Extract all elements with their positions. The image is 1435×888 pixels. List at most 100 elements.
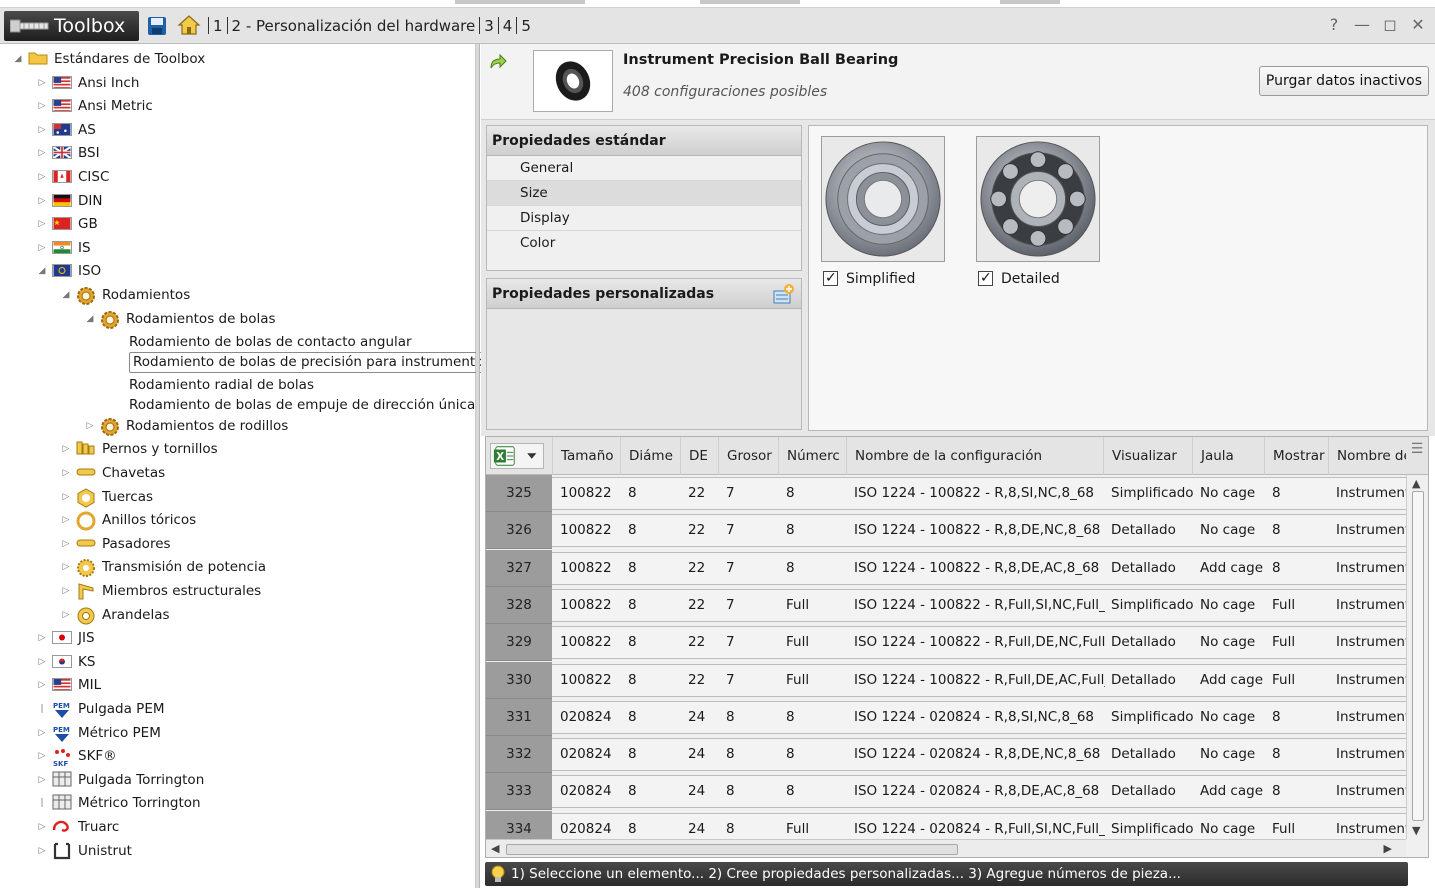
table-cell[interactable]: Full [786, 662, 848, 699]
table-cell[interactable]: 22 [688, 624, 720, 661]
table-row[interactable]: 333 020824 8 24 8 8 ISO 1224 - 020824 - R,8,DE… [486, 773, 1408, 811]
table-cell[interactable]: 8 [726, 773, 780, 810]
row-number[interactable]: 325 [486, 475, 552, 512]
table-cell[interactable]: 8 [628, 773, 682, 810]
table-cell[interactable]: Detallado [1111, 550, 1194, 587]
tree-item-rodamiento-radial-de-bolas[interactable]: Rodamiento radial de bolas [0, 374, 470, 396]
collapse-icon[interactable]: ◢ [60, 284, 72, 306]
tree-item-din[interactable]: ▷ DIN [0, 190, 470, 212]
table-cell[interactable]: 100822 [560, 475, 622, 512]
table-cell[interactable]: Detallado [1111, 512, 1194, 549]
expand-icon[interactable]: ▷ [60, 604, 72, 626]
table-cell[interactable]: Instrument [1336, 736, 1408, 773]
breadcrumb-step-1[interactable]: 1 [213, 17, 223, 35]
table-cell[interactable]: 22 [688, 475, 720, 512]
tree-item-bsi[interactable]: ▷ BSI [0, 142, 470, 164]
tree-item-estandares-de-toolbox[interactable]: ◢ Estándares de Toolbox [0, 48, 470, 70]
table-cell[interactable]: ISO 1224 - 100822 - R,8,SI,NC,8_68 [854, 475, 1105, 512]
table-cell[interactable]: ISO 1224 - 020824 - R,8,DE,NC,8_68 [854, 736, 1105, 773]
table-cell[interactable]: 100822 [560, 587, 622, 624]
expand-icon[interactable]: ▷ [84, 415, 96, 437]
table-cell[interactable]: 8 [786, 736, 848, 773]
table-cell[interactable]: Detallado [1111, 736, 1194, 773]
tree-item-gb[interactable]: ▷ GB [0, 213, 470, 235]
tree-item-skf[interactable]: ▷ SKF SKF® [0, 745, 470, 768]
table-cell[interactable]: 100822 [560, 550, 622, 587]
table-cell[interactable]: No cage [1200, 512, 1266, 549]
table-cell[interactable]: 7 [726, 587, 780, 624]
expand-icon[interactable]: ▷ [60, 438, 72, 460]
tree-item-jis[interactable]: ▷ JIS [0, 627, 470, 649]
column-header[interactable]: DE [680, 437, 718, 475]
tree-item-unistrut[interactable]: ▷ Unistrut [0, 840, 470, 862]
table-cell[interactable]: Instrument [1336, 624, 1408, 661]
table-cell[interactable]: ISO 1224 - 100822 - R,8,DE,AC,8_68 [854, 550, 1105, 587]
table-row[interactable]: 328 100822 8 22 7 Full ISO 1224 - 100822 - R,F… [486, 586, 1408, 624]
tree-item-arandelas[interactable]: ▷ Arandelas [0, 604, 470, 626]
column-header[interactable]: Nombre de la configuración [846, 437, 1103, 475]
expand-icon[interactable]: ▷ [36, 651, 48, 673]
table-cell[interactable]: 8 [628, 512, 682, 549]
table-cell[interactable]: Instrument [1336, 512, 1408, 549]
expand-icon[interactable]: ▷ [60, 486, 72, 508]
table-cell[interactable]: Instrument [1336, 699, 1408, 736]
scroll-right-icon[interactable]: ▶ [1384, 842, 1392, 855]
column-header[interactable]: Númerc [778, 437, 846, 475]
collapse-icon[interactable]: ◢ [36, 260, 48, 282]
table-cell[interactable]: 7 [726, 550, 780, 587]
table-cell[interactable]: 8 [1272, 736, 1330, 773]
expand-icon[interactable]: | [36, 698, 48, 720]
column-header[interactable]: Visualizar [1103, 437, 1192, 475]
table-cell[interactable]: 7 [726, 475, 780, 512]
expand-icon[interactable]: ▷ [36, 627, 48, 649]
table-cell[interactable]: Add cage [1200, 662, 1266, 699]
help-icon[interactable]: ? [1323, 14, 1345, 36]
tree-item-pulgada-pem[interactable]: | PEM Pulgada PEM [0, 698, 470, 720]
column-header[interactable]: Nombre de [1328, 437, 1406, 475]
close-icon[interactable]: ✕ [1407, 14, 1429, 36]
table-cell[interactable]: 8 [628, 587, 682, 624]
table-cell[interactable]: 24 [688, 736, 720, 773]
expand-icon[interactable]: ▷ [60, 533, 72, 555]
table-cell[interactable]: 100822 [560, 662, 622, 699]
table-cell[interactable]: 22 [688, 512, 720, 549]
detailed-preview[interactable] [976, 136, 1100, 262]
tree-item-ansi-metric[interactable]: ▷ Ansi Metric [0, 95, 470, 117]
expand-icon[interactable]: ▷ [36, 119, 48, 141]
expand-icon[interactable]: ▷ [36, 816, 48, 838]
prop-item-size[interactable]: Size [487, 181, 801, 206]
horizontal-scrollbar[interactable]: ◀ ▶ [486, 839, 1406, 857]
table-row[interactable]: 327 100822 8 22 7 8 ISO 1224 - 100822 - R,8,DE… [486, 549, 1408, 587]
table-cell[interactable]: 8 [786, 773, 848, 810]
table-cell[interactable]: ISO 1224 - 100822 - R,8,DE,NC,8_68 [854, 512, 1105, 549]
prop-item-color[interactable]: Color [487, 231, 801, 256]
column-header[interactable]: Jaula [1192, 437, 1264, 475]
tree-item-rodamiento-de-bolas-de-contacto-angular[interactable]: Rodamiento de bolas de contacto angular [0, 331, 470, 353]
expand-icon[interactable]: ▷ [36, 72, 48, 94]
tree-item-miembros-estructurales[interactable]: ▷ Miembros estructurales [0, 580, 470, 602]
breadcrumb-step-3[interactable]: 3 [484, 17, 494, 35]
detailed-checkbox[interactable]: Detailed [978, 269, 1060, 288]
column-header[interactable]: Tamaño [552, 437, 620, 475]
tree-item-anillos-toricos[interactable]: ▷ Anillos tóricos [0, 509, 470, 531]
scroll-up-icon[interactable]: ▲ [1412, 477, 1420, 490]
table-cell[interactable]: 8 [786, 475, 848, 512]
table-cell[interactable]: Simplificado [1111, 587, 1194, 624]
tree-item-as[interactable]: ▷ AS [0, 119, 470, 141]
pane-splitter[interactable] [476, 44, 480, 888]
table-cell[interactable]: 8 [628, 475, 682, 512]
expand-icon[interactable]: ▷ [36, 190, 48, 212]
table-cell[interactable]: Detallado [1111, 624, 1194, 661]
column-header[interactable]: Mostrar [1264, 437, 1328, 475]
tree-item-ks[interactable]: ▷ KS [0, 651, 470, 673]
tree-item-tuercas[interactable]: ▷ Tuercas [0, 486, 470, 508]
table-cell[interactable]: Add cage [1200, 550, 1266, 587]
expand-icon[interactable]: ▷ [60, 556, 72, 578]
table-cell[interactable]: 8 [786, 550, 848, 587]
table-cell[interactable]: Instrument [1336, 475, 1408, 512]
tree-item-rodamientos-de-bolas[interactable]: ◢ Rodamientos de bolas [0, 308, 470, 330]
table-cell[interactable]: Full [1272, 662, 1330, 699]
expand-icon[interactable]: ▷ [36, 674, 48, 696]
table-cell[interactable]: 22 [688, 662, 720, 699]
breadcrumb-step-4[interactable]: 4 [503, 17, 513, 35]
